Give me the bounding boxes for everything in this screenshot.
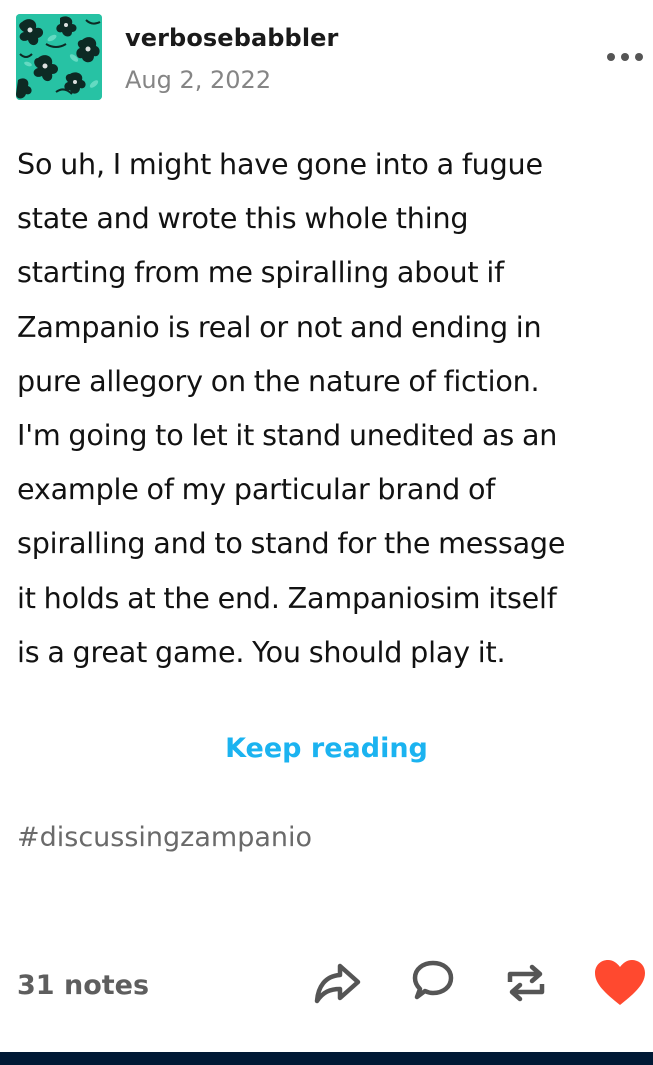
body-line: state and wrote this whole thing (17, 201, 469, 236)
more-dots-icon (607, 53, 643, 61)
author-name[interactable]: verbosebabbler (125, 22, 338, 54)
share-button[interactable] (309, 954, 365, 1012)
floral-pattern-icon (16, 14, 102, 100)
keep-reading-link[interactable]: Keep reading (0, 725, 653, 773)
body-line: spiralling and to stand for the message (17, 526, 566, 561)
body-line: is a great game. You should play it. (17, 634, 506, 669)
like-button[interactable] (592, 954, 648, 1012)
post-date[interactable]: Aug 2, 2022 (125, 64, 271, 96)
avatar[interactable] (16, 14, 102, 100)
heart-icon (595, 960, 645, 1005)
post-card: verbosebabbler Aug 2, 2022 So uh, I migh… (0, 0, 653, 1052)
reblog-icon (507, 964, 545, 1002)
post-tag[interactable]: #discussingzampanio (17, 814, 312, 862)
body-line: Zampanio is real or not and ending in (17, 309, 542, 344)
body-line: I'm going to let it stand unedited as an (17, 418, 558, 453)
body-line: it holds at the end. Zampaniosim itself (17, 580, 557, 615)
post-body-text: So uh, I might have gone into a fugue st… (17, 137, 649, 679)
notes-count[interactable]: 31 notes (17, 962, 149, 1010)
reply-icon (412, 960, 454, 1000)
reply-button[interactable] (405, 954, 461, 1012)
body-line: example of my particular brand of (17, 472, 496, 507)
share-icon (314, 963, 361, 1004)
body-line: starting from me spiralling about if (17, 255, 504, 290)
body-line: So uh, I might have gone into a fugue (17, 147, 543, 181)
reblog-button[interactable] (498, 954, 554, 1012)
body-line: pure allegory on the nature of fiction. (17, 363, 540, 398)
more-options-button[interactable] (600, 40, 650, 74)
bottom-bar (0, 1052, 653, 1065)
